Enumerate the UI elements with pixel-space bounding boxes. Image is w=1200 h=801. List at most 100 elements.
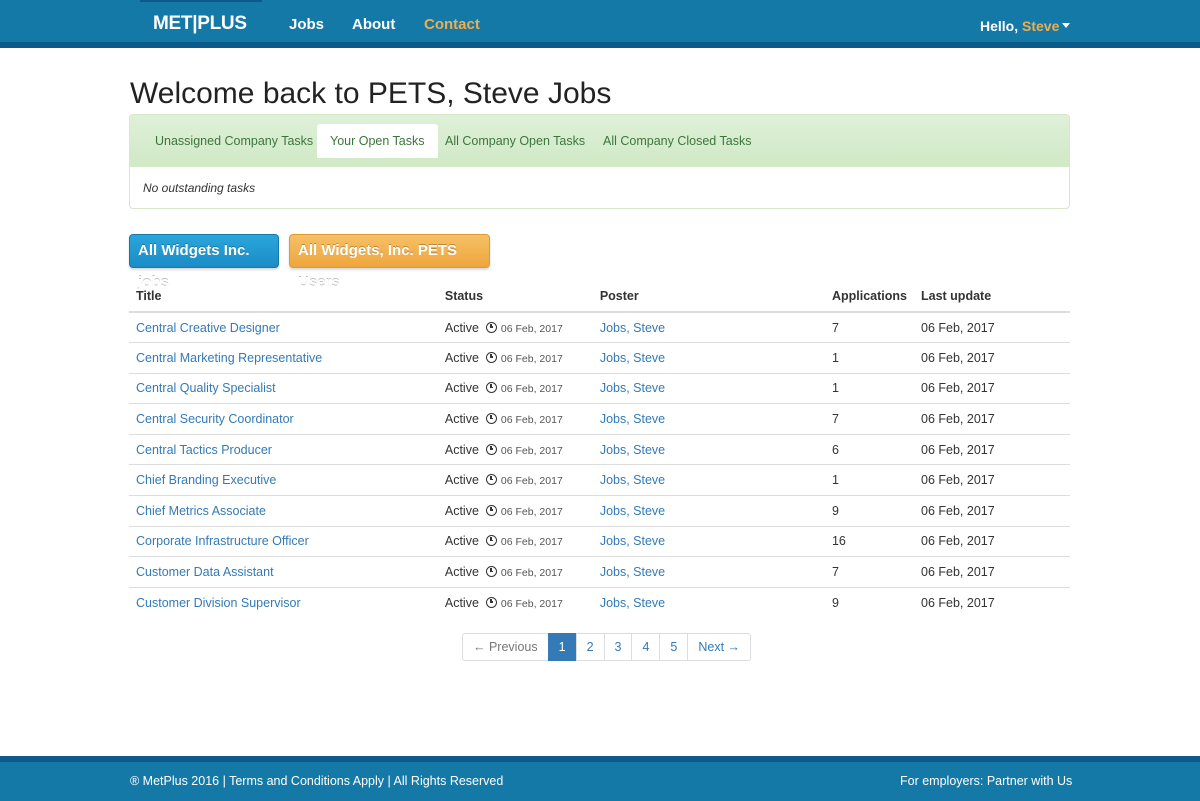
user-name: Steve [1022, 18, 1060, 34]
job-status-date: 06 Feb, 2017 [500, 567, 563, 580]
pagination-page-4[interactable]: 4 [631, 633, 661, 661]
clock-icon [485, 474, 497, 486]
job-title-link[interactable]: Central Security Coordinator [136, 412, 294, 426]
tasks-tab-bar: Unassigned Company Tasks Your Open Tasks… [130, 115, 1069, 167]
employers-text: For employers: [900, 774, 984, 788]
job-title-link[interactable]: Central Tactics Producer [136, 443, 272, 457]
job-status-date: 06 Feb, 2017 [500, 322, 563, 335]
job-status: Active [444, 381, 479, 396]
clock-icon [485, 535, 497, 547]
job-status-cell: Active 06 Feb, 2017 [437, 342, 593, 374]
pagination-page-1[interactable]: 1 [547, 633, 577, 661]
nav-jobs[interactable]: Jobs [289, 16, 324, 33]
table-row: Central Tactics Producer Active 06 Feb, 20… [129, 433, 1070, 465]
greeting-text: Hello, [980, 18, 1019, 34]
job-title-cell: Central Tactics Producer [129, 433, 438, 465]
pagination-page-3[interactable]: 3 [603, 633, 633, 661]
tab-all-company-open-tasks[interactable]: All Company Open Tasks [432, 124, 598, 158]
job-last-update: 06 Feb, 2017 [914, 525, 1070, 557]
job-title-link[interactable]: Central Quality Specialist [136, 381, 276, 395]
table-header-row: Title Status Poster Applications Last up… [129, 281, 1070, 313]
job-status-cell: Active 06 Feb, 2017 [437, 495, 593, 527]
job-status: Active [444, 442, 479, 457]
all-company-jobs-button[interactable]: All Widgets Inc. jobs [129, 234, 279, 291]
job-last-update: 06 Feb, 2017 [914, 342, 1070, 374]
pagination-previous[interactable]: ← Previous [462, 633, 549, 661]
job-title-link[interactable]: Chief Metrics Associate [136, 504, 266, 518]
nav-about[interactable]: About [352, 16, 395, 33]
jobs-table: Title Status Poster Applications Last up… [129, 281, 1070, 618]
job-poster-cell: Jobs, Steve [592, 495, 825, 527]
job-poster-cell: Jobs, Steve [592, 525, 825, 557]
job-poster-link[interactable]: Jobs, Steve [600, 381, 665, 395]
column-header-title[interactable]: Title [129, 281, 438, 313]
job-applications: 1 [824, 464, 914, 496]
nav-contact[interactable]: Contact [424, 16, 480, 33]
job-applications: 7 [824, 556, 914, 588]
job-status-date: 06 Feb, 2017 [500, 536, 563, 549]
brand-logo[interactable]: MET|PLUS [153, 13, 247, 35]
job-status-date: 06 Feb, 2017 [500, 414, 563, 427]
column-header-last-update[interactable]: Last update [914, 281, 1070, 313]
job-poster-link[interactable]: Jobs, Steve [600, 596, 665, 610]
job-poster-cell: Jobs, Steve [592, 433, 825, 465]
job-title-cell: Central Quality Specialist [129, 372, 438, 404]
brand-accent-bar [140, 0, 262, 2]
job-last-update: 06 Feb, 2017 [914, 433, 1070, 465]
tab-unassigned-company-tasks[interactable]: Unassigned Company Tasks [142, 124, 326, 158]
job-poster-link[interactable]: Jobs, Steve [600, 565, 665, 579]
job-poster-link[interactable]: Jobs, Steve [600, 443, 665, 457]
job-title-link[interactable]: Customer Division Supervisor [136, 596, 301, 610]
column-header-applications[interactable]: Applications [824, 281, 914, 313]
tab-your-open-tasks[interactable]: Your Open Tasks [317, 124, 438, 158]
job-poster-link[interactable]: Jobs, Steve [600, 473, 665, 487]
column-header-poster[interactable]: Poster [592, 281, 825, 313]
pagination-page-5[interactable]: 5 [659, 633, 689, 661]
job-status-cell: Active 06 Feb, 2017 [438, 312, 593, 343]
clock-icon [485, 566, 497, 578]
pagination-next[interactable]: Next → [687, 633, 752, 661]
job-poster-link[interactable]: Jobs, Steve [600, 351, 665, 365]
job-last-update: 06 Feb, 2017 [914, 495, 1070, 527]
table-row: Corporate Infrastructure Officer Active 06… [129, 525, 1070, 557]
job-poster-cell: Jobs, Steve [592, 372, 825, 404]
job-title-link[interactable]: Corporate Infrastructure Officer [136, 534, 309, 548]
job-status: Active [444, 320, 479, 335]
user-menu-toggle[interactable]: Hello, Steve [980, 18, 1071, 34]
job-status: Active [444, 473, 479, 488]
job-poster-cell: Jobs, Steve [592, 556, 825, 588]
pagination-page-2[interactable]: 2 [575, 633, 605, 661]
job-status-cell: Active 06 Feb, 2017 [437, 464, 593, 496]
footer-copyright: ® MetPlus 2016 | Terms and Conditions Ap… [130, 774, 503, 788]
job-status-cell: Active 06 Feb, 2017 [437, 556, 593, 588]
caret-down-icon [1062, 22, 1071, 28]
job-status: Active [444, 595, 479, 610]
job-status-cell: Active 06 Feb, 2017 [437, 586, 593, 618]
job-status: Active [444, 350, 479, 365]
clock-icon [485, 351, 497, 363]
job-status-date: 06 Feb, 2017 [500, 505, 563, 518]
job-poster-link[interactable]: Jobs, Steve [600, 321, 665, 335]
column-header-status[interactable]: Status [437, 281, 593, 313]
job-poster-link[interactable]: Jobs, Steve [600, 504, 665, 518]
job-poster-link[interactable]: Jobs, Steve [600, 412, 665, 426]
job-status-date: 06 Feb, 2017 [500, 383, 563, 396]
job-title-link[interactable]: Customer Data Assistant [136, 565, 274, 579]
pagination: ← Previous 1 2 3 4 5 Next → [462, 633, 752, 661]
clock-icon [485, 382, 497, 394]
job-title-link[interactable]: Chief Branding Executive [136, 473, 276, 487]
job-applications: 6 [824, 433, 914, 465]
job-last-update: 06 Feb, 2017 [914, 464, 1070, 496]
clock-icon [485, 321, 497, 333]
job-title-link[interactable]: Central Creative Designer [136, 321, 280, 335]
partner-link[interactable]: Partner with Us [987, 774, 1072, 788]
job-applications: 7 [824, 403, 914, 435]
terms-link[interactable]: Terms and Conditions Apply [229, 774, 384, 788]
all-company-users-button[interactable]: All Widgets, Inc. PETS Users [289, 234, 490, 291]
job-poster-link[interactable]: Jobs, Steve [600, 534, 665, 548]
job-last-update: 06 Feb, 2017 [914, 586, 1070, 618]
tab-all-company-closed-tasks[interactable]: All Company Closed Tasks [590, 124, 764, 158]
job-status-cell: Active 06 Feb, 2017 [437, 403, 593, 435]
job-title-link[interactable]: Central Marketing Representative [136, 351, 322, 365]
job-applications: 1 [824, 372, 914, 404]
